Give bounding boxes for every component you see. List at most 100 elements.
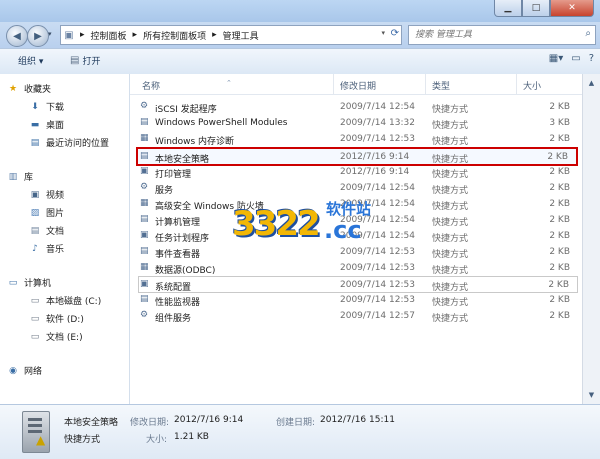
recent-places-icon: ▤ — [30, 137, 40, 148]
picture-icon: ▨ — [30, 207, 40, 218]
desktop-icon: ▬ — [30, 119, 40, 130]
sidebar-item-label: 网络 — [24, 367, 43, 377]
sidebar-item-desktop[interactable]: ▬ 桌面 — [28, 118, 64, 132]
watermark-logo: 3322 软件站 .cc — [232, 196, 402, 252]
sidebar-item-libraries[interactable]: ▥ 库 — [6, 170, 34, 184]
sidebar-item-label: 下载 — [46, 103, 65, 113]
sidebar-item-music[interactable]: ♪ 音乐 — [28, 242, 64, 256]
forward-arrow-icon: ▶ — [34, 30, 42, 42]
file-size: 2 KB — [549, 183, 570, 193]
file-row[interactable]: ▣ 打印管理 2012/7/16 9:14 快捷方式 2 KB — [140, 164, 578, 180]
open-button[interactable]: ▤ 打开 — [70, 54, 100, 67]
column-divider[interactable] — [333, 74, 334, 94]
breadcrumb-control-panel[interactable]: 控制面板 — [88, 29, 130, 42]
close-icon: ✕ — [568, 3, 576, 13]
network-icon: ◉ — [9, 365, 17, 376]
shortcut-icon: ▣ — [140, 230, 149, 240]
sidebar-item-computer[interactable]: ▭ 计算机 — [6, 276, 51, 290]
forward-button[interactable]: ▶ — [27, 25, 49, 47]
vertical-scrollbar[interactable]: ▲ ▼ — [582, 74, 600, 404]
sidebar-item-label: 库 — [24, 173, 34, 183]
file-size: 3 KB — [549, 118, 570, 128]
recent-pages-chevron-icon[interactable]: ▾ — [48, 30, 52, 38]
computer-icon: ▭ — [8, 277, 18, 288]
file-name: 任务计划程序 — [155, 234, 210, 244]
watermark-number: 3322 — [232, 204, 321, 244]
minimize-icon: ▁ — [504, 3, 512, 13]
shortcut-icon: ▣ — [140, 279, 149, 289]
column-size[interactable]: 大小 — [523, 79, 541, 92]
file-size: 2 KB — [549, 295, 570, 305]
details-modified-label: 修改日期: — [130, 418, 170, 428]
organize-button[interactable]: 组织 ▾ — [18, 54, 43, 67]
breadcrumb-all-items[interactable]: 所有控制面板项 — [140, 29, 209, 42]
file-type: 快捷方式 — [432, 170, 469, 180]
navigation-bar: ◀ ▶ ▾ ▣ ▸ 控制面板 ▸ 所有控制面板项 ▸ 管理工具 ▾ ⟳ ⌕ — [0, 22, 600, 48]
sidebar-item-drive-d[interactable]: ▭ 软件 (D:) — [28, 312, 84, 326]
sidebar-item-pictures[interactable]: ▨ 图片 — [28, 206, 64, 220]
download-icon: ⬇ — [31, 101, 39, 112]
sidebar-item-label: 文档 (E:) — [46, 333, 83, 343]
close-button[interactable]: ✕ — [550, 0, 594, 17]
file-row[interactable]: ▦ 数据源(ODBC) 2009/7/14 12:53 快捷方式 2 KB — [140, 260, 578, 276]
view-options-icon[interactable]: ▦▾ — [549, 53, 563, 64]
file-type: 快捷方式 — [432, 121, 469, 131]
sidebar-item-label: 视频 — [46, 191, 65, 201]
video-icon: ▣ — [30, 189, 40, 200]
breadcrumb-admin-tools[interactable]: 管理工具 — [220, 29, 262, 42]
command-bar: 组织 ▾ ▤ 打开 ▦▾ ▭ ? — [0, 48, 600, 75]
back-button[interactable]: ◀ — [6, 25, 28, 47]
sidebar-item-label: 最近访问的位置 — [46, 139, 110, 149]
shortcut-icon: ⚙ — [140, 101, 149, 111]
address-dropdown-chevron-icon[interactable]: ▾ — [381, 29, 385, 37]
refresh-icon[interactable]: ⟳ — [391, 28, 399, 39]
column-date[interactable]: 修改日期 — [340, 79, 376, 92]
file-row[interactable]: ⚙ 服务 2009/7/14 12:54 快捷方式 2 KB — [140, 180, 578, 196]
file-row[interactable]: ▤ 性能监视器 2009/7/14 12:53 快捷方式 2 KB — [140, 292, 578, 308]
scroll-down-icon[interactable]: ▼ — [585, 388, 598, 402]
scroll-up-icon[interactable]: ▲ — [585, 76, 598, 90]
sidebar-item-documents[interactable]: ▤ 文档 — [28, 224, 64, 238]
minimize-button[interactable]: ▁ — [494, 0, 522, 17]
sidebar-item-drive-c[interactable]: ▭ 本地磁盘 (C:) — [28, 294, 101, 308]
sidebar-item-network[interactable]: ◉ 网络 — [6, 364, 43, 378]
file-date: 2009/7/14 12:54 — [340, 183, 415, 193]
open-label: 打开 — [82, 57, 101, 67]
column-divider[interactable] — [425, 74, 426, 94]
file-row[interactable]: ⚙ 组件服务 2009/7/14 12:57 快捷方式 2 KB — [140, 308, 578, 324]
search-icon[interactable]: ⌕ — [585, 28, 591, 39]
sidebar-item-recent[interactable]: ▤ 最近访问的位置 — [28, 136, 110, 150]
music-icon: ♪ — [32, 243, 38, 254]
search-input[interactable] — [409, 29, 567, 41]
file-name: 打印管理 — [155, 170, 192, 180]
sidebar-item-label: 收藏夹 — [24, 85, 52, 95]
file-row[interactable]: ▦ Windows 内存诊断 2009/7/14 12:53 快捷方式 2 KB — [140, 131, 578, 147]
column-divider[interactable] — [516, 74, 517, 94]
sidebar-item-videos[interactable]: ▣ 视频 — [28, 188, 65, 202]
file-row[interactable]: ▣ 系统配置 2009/7/14 12:53 快捷方式 2 KB — [138, 276, 578, 293]
file-row[interactable]: ▤ Windows PowerShell Modules 2009/7/14 1… — [140, 115, 578, 131]
navigation-pane: ★ 收藏夹 ⬇ 下载 ▬ 桌面 ▤ 最近访问的位置 ▥ 库 ▣ 视频 ▨ 图片 … — [0, 74, 130, 404]
shortcut-icon: ⚙ — [140, 310, 149, 320]
details-created-value: 2012/7/16 15:11 — [320, 415, 395, 425]
breadcrumb: ▸ 控制面板 ▸ 所有控制面板项 ▸ 管理工具 — [77, 29, 262, 42]
sidebar-item-favorites[interactable]: ★ 收藏夹 — [6, 82, 52, 96]
file-type: 快捷方式 — [432, 250, 469, 260]
shortcut-icon: ▦ — [140, 198, 149, 208]
title-bar: ▁ □ ✕ — [0, 0, 600, 22]
file-row[interactable]: ⚙ iSCSI 发起程序 2009/7/14 12:54 快捷方式 2 KB — [140, 99, 578, 115]
sidebar-item-drive-e[interactable]: ▭ 文档 (E:) — [28, 330, 83, 344]
star-icon: ★ — [8, 83, 18, 94]
column-name[interactable]: 名称 — [142, 79, 160, 92]
file-name: 事件查看器 — [155, 250, 201, 260]
maximize-button[interactable]: □ — [522, 0, 550, 17]
sort-ascending-icon: ⌃ — [226, 79, 232, 87]
details-created-label: 创建日期: — [276, 418, 316, 428]
address-bar[interactable]: ▣ ▸ 控制面板 ▸ 所有控制面板项 ▸ 管理工具 ▾ ⟳ — [60, 25, 402, 45]
preview-pane-icon[interactable]: ▭ — [571, 53, 580, 64]
file-name: 组件服务 — [155, 314, 192, 324]
column-type[interactable]: 类型 — [432, 79, 450, 92]
shortcut-icon: ▦ — [140, 262, 149, 272]
help-icon[interactable]: ? — [589, 53, 594, 64]
sidebar-item-downloads[interactable]: ⬇ 下载 — [28, 100, 65, 114]
